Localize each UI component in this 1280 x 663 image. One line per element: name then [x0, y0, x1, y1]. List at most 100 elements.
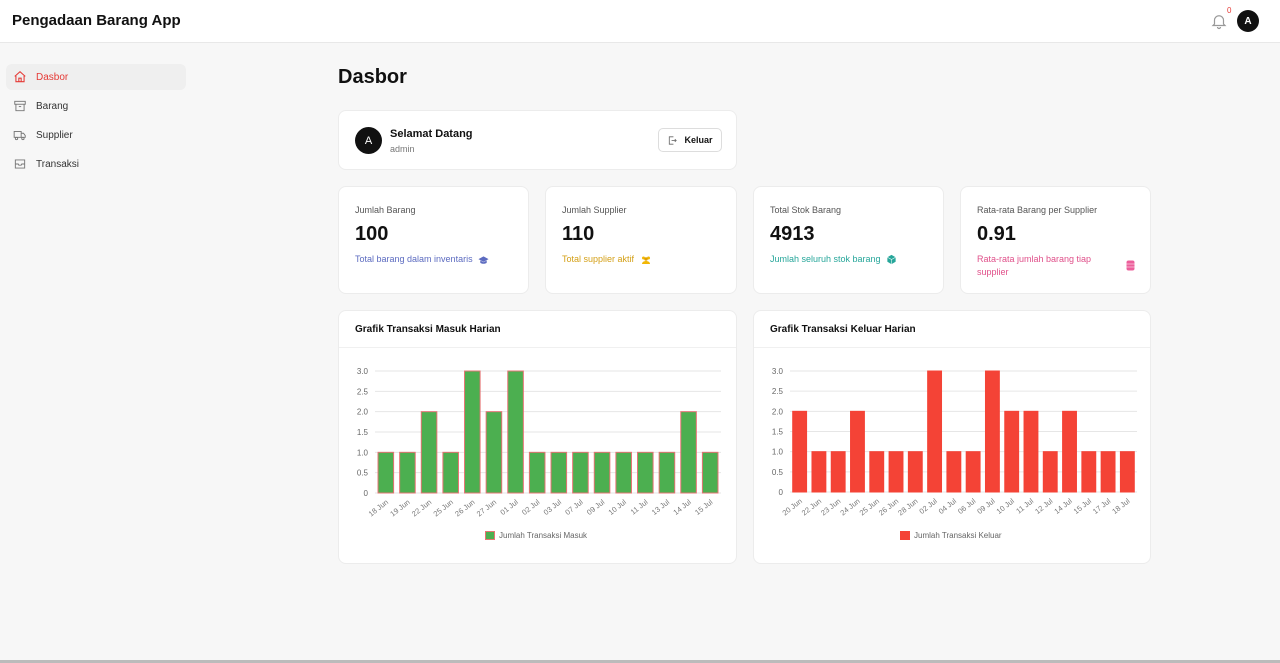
stat-value: 110	[562, 223, 595, 245]
chart-card-keluar: Grafik Transaksi Keluar Harian 0 0.5 1.0 1.…	[753, 310, 1151, 564]
y-tick-label: 0.5	[357, 469, 369, 478]
x-tick-label: 27 Jun	[475, 497, 498, 518]
x-tick-label: 02 Jul	[918, 496, 940, 516]
stat-description-text: Total supplier aktif	[562, 254, 635, 264]
chart-card-masuk: Grafik Transaksi Masuk Harian 0 0.5 1.0 1.5…	[338, 310, 737, 564]
x-tick-label: 10 Jul	[995, 496, 1017, 516]
y-tick-label: 2.5	[357, 387, 369, 396]
sidebar-item-label: Dasbor	[36, 71, 69, 83]
x-tick-label: 09 Jul	[975, 496, 997, 516]
stat-description: Rata-rata jumlah barang tiap supplier	[977, 254, 1092, 277]
bar[interactable]	[550, 451, 568, 494]
x-tick-label: 02 Jul	[520, 497, 542, 517]
sidebar-item-label: Supplier	[36, 129, 73, 141]
x-tick-label: 26 Jun	[877, 496, 900, 517]
page-title: Dasbor	[338, 66, 407, 88]
stat-label: Jumlah Barang	[355, 205, 416, 215]
tray-icon	[14, 159, 26, 169]
stat-label: Jumlah Supplier	[562, 205, 627, 215]
bar[interactable]	[1100, 451, 1116, 493]
bar[interactable]	[485, 411, 503, 494]
truck-icon	[13, 131, 26, 141]
bar[interactable]	[1062, 410, 1077, 493]
bar[interactable]	[701, 451, 719, 494]
bar[interactable]	[888, 451, 904, 493]
sidebar-item-dasbor[interactable]: Dasbor	[6, 64, 186, 90]
bar[interactable]	[464, 370, 481, 494]
stat-description: Total supplier aktif	[562, 253, 652, 266]
notification-count: 0	[1227, 6, 1232, 15]
bar[interactable]	[420, 411, 438, 494]
user-avatar[interactable]: A	[1237, 10, 1259, 32]
bar[interactable]	[1042, 451, 1058, 493]
bar[interactable]	[377, 451, 395, 494]
bar[interactable]	[1004, 410, 1020, 493]
bar[interactable]	[593, 451, 611, 494]
users-icon	[641, 256, 650, 264]
stat-description: Jumlah seluruh stok barang	[770, 253, 897, 266]
x-tick-label: 22 Jun	[410, 497, 433, 518]
bar[interactable]	[658, 451, 676, 494]
bar[interactable]	[869, 451, 885, 493]
bar[interactable]	[399, 451, 416, 494]
x-tick-label: 28 Jun	[896, 496, 919, 517]
sidebar-item-transaksi[interactable]: Transaksi	[6, 151, 186, 177]
divider	[754, 347, 1150, 348]
bar[interactable]	[680, 411, 697, 494]
logout-icon	[669, 135, 678, 145]
bar[interactable]	[1119, 451, 1135, 493]
bar[interactable]	[965, 451, 981, 493]
welcome-title: Selamat Datang	[390, 128, 473, 140]
sidebar-item-supplier[interactable]: Supplier	[6, 122, 186, 148]
bar[interactable]	[507, 370, 524, 494]
x-tick-label: 12 Jul	[1033, 496, 1055, 516]
x-tick-label: 03 Jul	[542, 497, 564, 517]
graduation-cap-icon	[478, 255, 489, 264]
bar[interactable]	[615, 451, 632, 494]
logout-label: Keluar	[684, 135, 713, 145]
legend-label: Jumlah Transaksi Masuk	[499, 531, 588, 540]
bell-icon[interactable]	[1210, 11, 1228, 31]
bar[interactable]	[850, 410, 865, 493]
bar[interactable]	[442, 451, 459, 494]
bar[interactable]	[637, 451, 654, 494]
y-tick-label: 0.5	[772, 468, 784, 477]
x-tick-label: 22 Jun	[800, 496, 823, 517]
chart-masuk: 0 0.5 1.0 1.5 2.0 2.5 3.0 18 Jun19 Jun22 Jun25 …	[357, 367, 721, 518]
app-title: Pengadaan Barang App	[12, 12, 181, 29]
stat-value: 100	[355, 223, 389, 245]
bar[interactable]	[907, 451, 923, 493]
x-tick-label: 15 Jul	[693, 497, 715, 517]
x-tick-label: 24 Jun	[838, 496, 861, 517]
chart-legend: Jumlah Transaksi Masuk	[485, 531, 587, 540]
y-tick-label: 3.0	[772, 367, 784, 376]
home-icon	[14, 71, 26, 83]
stat-value: 0.91	[977, 223, 1016, 245]
y-tick-label: 0	[364, 489, 369, 498]
box-icon	[14, 100, 26, 112]
bar[interactable]	[946, 451, 962, 493]
avatar: A	[355, 127, 382, 154]
bar[interactable]	[811, 451, 827, 493]
bar[interactable]	[528, 451, 546, 494]
x-tick-label: 17 Jul	[1091, 496, 1113, 516]
divider	[339, 347, 736, 348]
bar[interactable]	[1081, 451, 1097, 493]
y-tick-label: 1.5	[357, 428, 369, 437]
bar[interactable]	[572, 451, 589, 494]
bar[interactable]	[927, 370, 943, 493]
bar[interactable]	[792, 410, 808, 493]
bar[interactable]	[1023, 410, 1039, 493]
x-tick-label: 11 Jul	[629, 497, 650, 516]
sidebar-item-barang[interactable]: Barang	[6, 93, 186, 119]
y-tick-label: 2.0	[357, 408, 369, 417]
legend-swatch	[485, 531, 495, 540]
bar[interactable]	[830, 451, 846, 493]
x-tick-label: 01 Jul	[498, 497, 520, 517]
y-tick-label: 1.0	[772, 448, 784, 457]
stat-description: Total barang dalam inventaris	[355, 253, 489, 266]
bar[interactable]	[984, 370, 1000, 493]
stat-description-text: Jumlah seluruh stok barang	[770, 254, 881, 264]
x-tick-label: 18 Jun	[367, 497, 390, 518]
logout-button[interactable]: Keluar	[658, 128, 722, 152]
